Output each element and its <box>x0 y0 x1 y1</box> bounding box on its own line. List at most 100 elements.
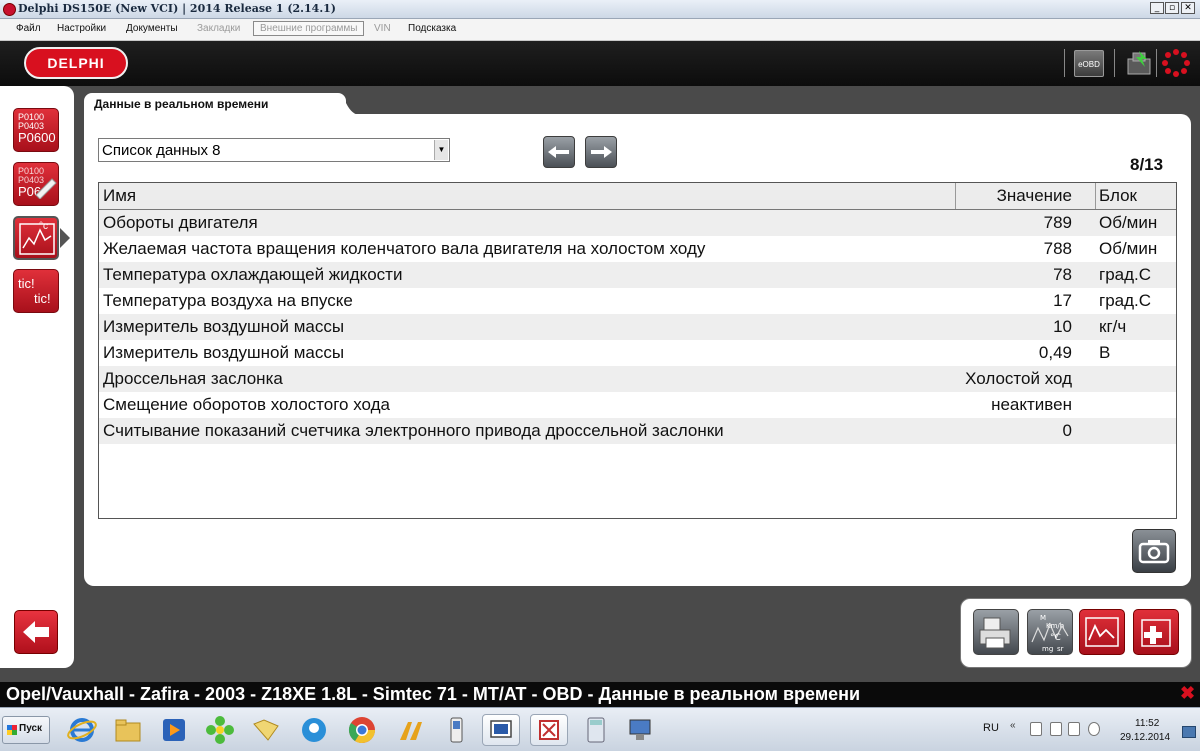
row-name: Считывание показаний счетчика электронно… <box>103 421 724 440</box>
row-name: Температура воздуха на впуске <box>103 291 353 310</box>
network-tray-icon[interactable] <box>1068 722 1080 736</box>
clear-codes-icon[interactable]: P0100 P0403 P06 <box>13 162 59 206</box>
clock-time[interactable]: 11:52 <box>1135 718 1159 729</box>
menu-settings[interactable]: Настройки <box>57 23 106 34</box>
menu-file[interactable]: Файл <box>16 23 41 34</box>
show-desktop-button[interactable] <box>1182 726 1196 738</box>
menu-documents[interactable]: Документы <box>126 23 178 34</box>
clock-date[interactable]: 29.12.2014 <box>1120 732 1170 743</box>
media-player-icon[interactable] <box>158 714 190 746</box>
delphi-taskbar-icon[interactable] <box>482 714 520 746</box>
row-value: 78 <box>1053 265 1072 284</box>
table-row[interactable]: Измеритель воздушной массы 10 кг/ч <box>99 314 1176 340</box>
minimize-button[interactable]: _ <box>1150 2 1164 14</box>
tab-live-data[interactable]: Данные в реальном времени <box>84 93 346 115</box>
print-icon <box>979 617 1011 649</box>
close-session-button[interactable]: ✖ <box>1180 683 1195 704</box>
device-tray-icon[interactable] <box>1050 722 1062 736</box>
row-value: неактивен <box>991 395 1072 414</box>
language-indicator[interactable]: RU <box>983 722 999 734</box>
row-value: 17 <box>1053 291 1072 310</box>
data-list-select[interactable]: Список данных 8 ▼ <box>98 138 450 162</box>
folder-icon[interactable] <box>250 714 282 746</box>
units-label: Km/h <box>1046 622 1064 630</box>
units-label: °C <box>1050 633 1061 643</box>
live-data-icon[interactable]: °c <box>13 216 59 260</box>
connection-status-icon[interactable] <box>1125 49 1153 77</box>
maximize-button[interactable]: ▫ <box>1165 2 1179 14</box>
close-window-button[interactable]: ✕ <box>1181 2 1195 14</box>
add-parameter-button[interactable] <box>1133 609 1179 655</box>
chrome-icon[interactable] <box>346 714 378 746</box>
graph-button[interactable] <box>1079 609 1125 655</box>
table-row[interactable]: Считывание показаний счетчика электронно… <box>99 418 1176 444</box>
menu-external-programs[interactable]: Внешние программы <box>253 21 365 36</box>
table-row[interactable]: Обороты двигателя 789 Об/мин <box>99 210 1176 236</box>
units-label: M <box>1040 614 1046 622</box>
next-list-button[interactable] <box>585 136 617 168</box>
screenshot-button[interactable] <box>1132 529 1176 573</box>
row-value: 10 <box>1053 317 1072 336</box>
file-explorer-icon[interactable] <box>112 714 144 746</box>
icq-icon[interactable] <box>204 714 236 746</box>
menu-bar: Файл Настройки Документы Закладки Внешни… <box>0 19 1200 41</box>
row-name: Температура охлаждающей жидкости <box>103 265 403 284</box>
network-icon[interactable] <box>624 714 656 746</box>
column-header-unit[interactable]: Блок <box>1099 186 1137 206</box>
previous-list-button[interactable] <box>543 136 575 168</box>
row-value: Холостой ход <box>965 369 1072 388</box>
eobd-button[interactable]: eOBD <box>1074 50 1104 77</box>
row-name: Желаемая частота вращения коленчатого ва… <box>103 239 706 258</box>
tab-corner <box>330 93 360 115</box>
table-row[interactable]: Температура воздуха на впуске 17 град.С <box>99 288 1176 314</box>
phone-icon[interactable] <box>440 714 472 746</box>
menu-help[interactable]: Подсказка <box>408 23 456 34</box>
dropdown-arrow-icon[interactable]: ▼ <box>434 140 448 160</box>
start-button[interactable]: Пуск <box>2 716 50 744</box>
internet-explorer-icon[interactable] <box>66 714 98 746</box>
back-button[interactable] <box>14 610 58 654</box>
units-button[interactable]: M Km/h °C mg sr <box>1027 609 1073 655</box>
calculator-icon[interactable] <box>580 714 612 746</box>
icon-text: °c <box>39 221 48 232</box>
row-name: Измеритель воздушной массы <box>103 317 345 336</box>
column-divider <box>1095 183 1096 209</box>
delphi-logo: DELPHI <box>24 47 128 79</box>
windows-logo-icon <box>7 725 17 735</box>
column-header-name[interactable]: Имя <box>103 186 136 206</box>
row-name: Смещение оборотов холостого хода <box>103 395 390 414</box>
table-row[interactable]: Измеритель воздушной массы 0,49 В <box>99 340 1176 366</box>
flag-tray-icon[interactable] <box>1030 722 1042 736</box>
settings-gear-icon[interactable] <box>1162 49 1190 77</box>
actuator-test-icon[interactable]: tic! tic! <box>13 269 59 313</box>
window-title-bar: Delphi DS150E (New VCI) | 2014 Release 1… <box>0 0 1200 19</box>
vehicle-info: Opel/Vauxhall - Zafira - 2003 - Z18XE 1.… <box>6 684 861 704</box>
windows-taskbar: Пуск RU « 11:52 29.12.2014 <box>0 707 1200 751</box>
tool-app-icon[interactable] <box>394 714 426 746</box>
menu-bookmarks[interactable]: Закладки <box>197 23 240 34</box>
skype-icon[interactable] <box>298 714 330 746</box>
row-unit: Об/мин <box>1099 213 1158 232</box>
fault-codes-icon[interactable]: P0100 P0403 P0600 <box>13 108 59 152</box>
table-header: Имя Значение Блок <box>99 183 1176 211</box>
column-header-value[interactable]: Значение <box>997 186 1072 206</box>
column-divider <box>955 183 956 209</box>
table-row[interactable]: Температура охлаждающей жидкости 78 град… <box>99 262 1176 288</box>
volume-tray-icon[interactable] <box>1088 722 1100 736</box>
print-button[interactable] <box>973 609 1019 655</box>
tab-label: Данные в реальном времени <box>94 97 269 111</box>
arrow-right-icon <box>591 146 612 158</box>
row-value: 788 <box>1043 239 1072 258</box>
row-name: Измеритель воздушной массы <box>103 343 345 362</box>
table-row[interactable]: Желаемая частота вращения коленчатого ва… <box>99 236 1176 262</box>
app-icon <box>3 3 16 16</box>
table-row[interactable]: Смещение оборотов холостого хода неактив… <box>99 392 1176 418</box>
show-hidden-icons-button[interactable]: « <box>1010 720 1016 731</box>
units-icon: M Km/h °C mg sr <box>1031 614 1069 653</box>
table-row[interactable]: Дроссельная заслонка Холостой ход <box>99 366 1176 392</box>
row-name: Обороты двигателя <box>103 213 258 232</box>
menu-vin[interactable]: VIN <box>374 23 391 34</box>
data-list-selected-value: Список данных 8 <box>102 142 221 159</box>
header-divider <box>1156 49 1157 77</box>
presentation-icon[interactable] <box>530 714 568 746</box>
